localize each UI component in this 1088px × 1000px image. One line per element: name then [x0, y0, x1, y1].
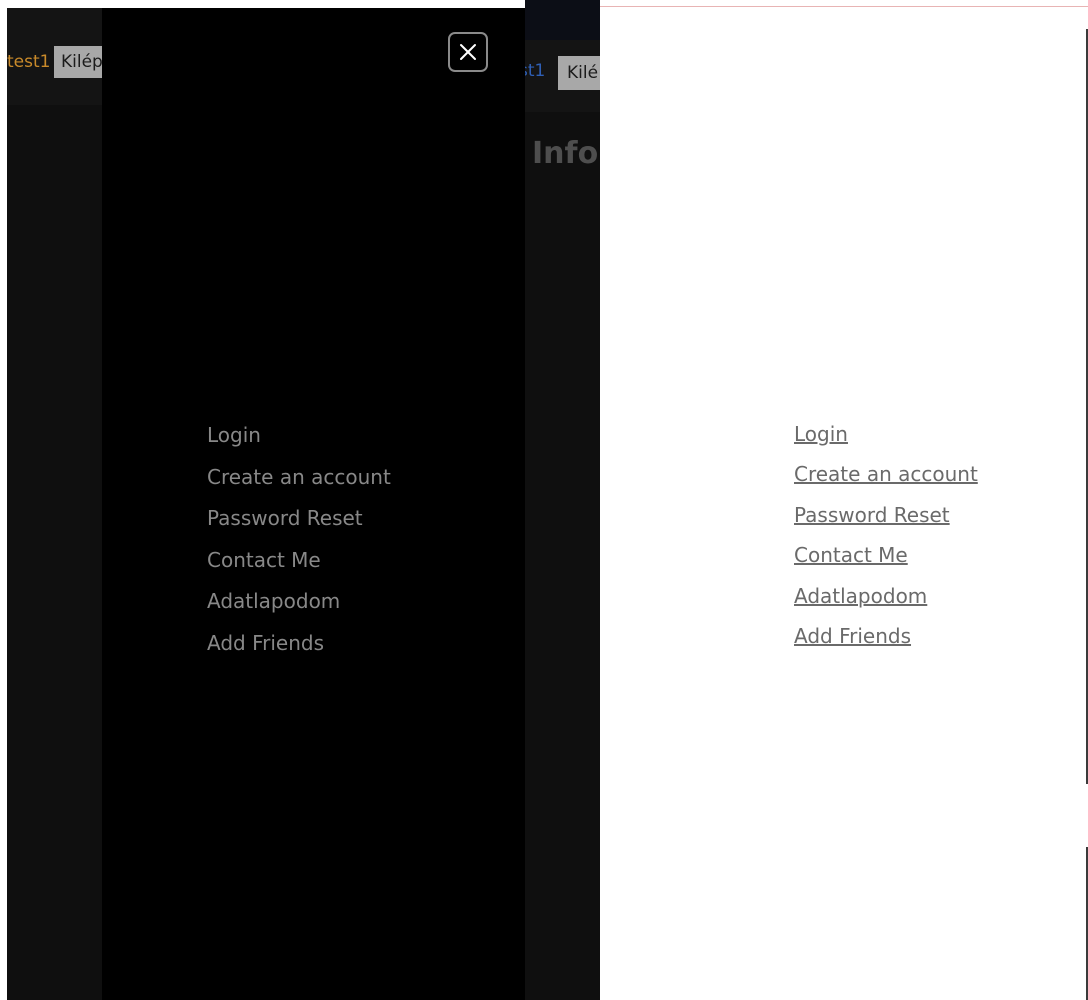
- nav-menu-list: Login Create an account Password Reset C…: [794, 418, 978, 660]
- light-mobile-menu-screenshot: st1 Kilé Infor Login Create an account P…: [525, 0, 1088, 1000]
- nav-link-create-account[interactable]: Create an account: [794, 462, 978, 486]
- nav-link-password-reset[interactable]: Password Reset: [207, 506, 363, 530]
- nav-link-profile[interactable]: Adatlapodom: [794, 584, 927, 608]
- nav-item-login: Login: [794, 418, 978, 458]
- nav-link-add-friends[interactable]: Add Friends: [794, 624, 911, 648]
- nav-item-create-account: Create an account: [794, 458, 978, 498]
- nav-menu-list: Login Create an account Password Reset C…: [207, 419, 391, 669]
- username-link[interactable]: test1: [7, 52, 50, 72]
- username-link[interactable]: st1: [525, 61, 545, 81]
- nav-link-login[interactable]: Login: [207, 423, 261, 447]
- nav-link-login[interactable]: Login: [794, 422, 848, 446]
- nav-link-contact[interactable]: Contact Me: [207, 548, 321, 572]
- nav-link-profile[interactable]: Adatlapodom: [207, 589, 340, 613]
- nav-item-add-friends: Add Friends: [207, 627, 391, 669]
- close-icon: [460, 44, 476, 60]
- close-menu-button[interactable]: [448, 32, 488, 72]
- nav-link-password-reset[interactable]: Password Reset: [794, 503, 950, 527]
- nav-item-profile: Adatlapodom: [794, 580, 978, 620]
- screenshot-top-margin: [0, 0, 525, 8]
- nav-drawer: Login Create an account Password Reset C…: [600, 6, 1088, 1000]
- nav-item-login: Login: [207, 419, 391, 461]
- nav-link-create-account[interactable]: Create an account: [207, 465, 391, 489]
- dark-mobile-menu-screenshot: test1 Kilép Login Create an account Pass…: [0, 0, 525, 1000]
- nav-item-add-friends: Add Friends: [794, 620, 978, 660]
- nav-item-password-reset: Password Reset: [794, 499, 978, 539]
- nav-drawer: Login Create an account Password Reset C…: [102, 8, 525, 1000]
- nav-item-password-reset: Password Reset: [207, 502, 391, 544]
- nav-item-create-account: Create an account: [207, 461, 391, 503]
- nav-item-contact: Contact Me: [794, 539, 978, 579]
- nav-item-profile: Adatlapodom: [207, 585, 391, 627]
- screenshot-left-margin: [0, 0, 7, 1000]
- page-top-band: [525, 0, 600, 40]
- nav-link-add-friends[interactable]: Add Friends: [207, 631, 324, 655]
- nav-link-contact[interactable]: Contact Me: [794, 543, 908, 567]
- nav-item-contact: Contact Me: [207, 544, 391, 586]
